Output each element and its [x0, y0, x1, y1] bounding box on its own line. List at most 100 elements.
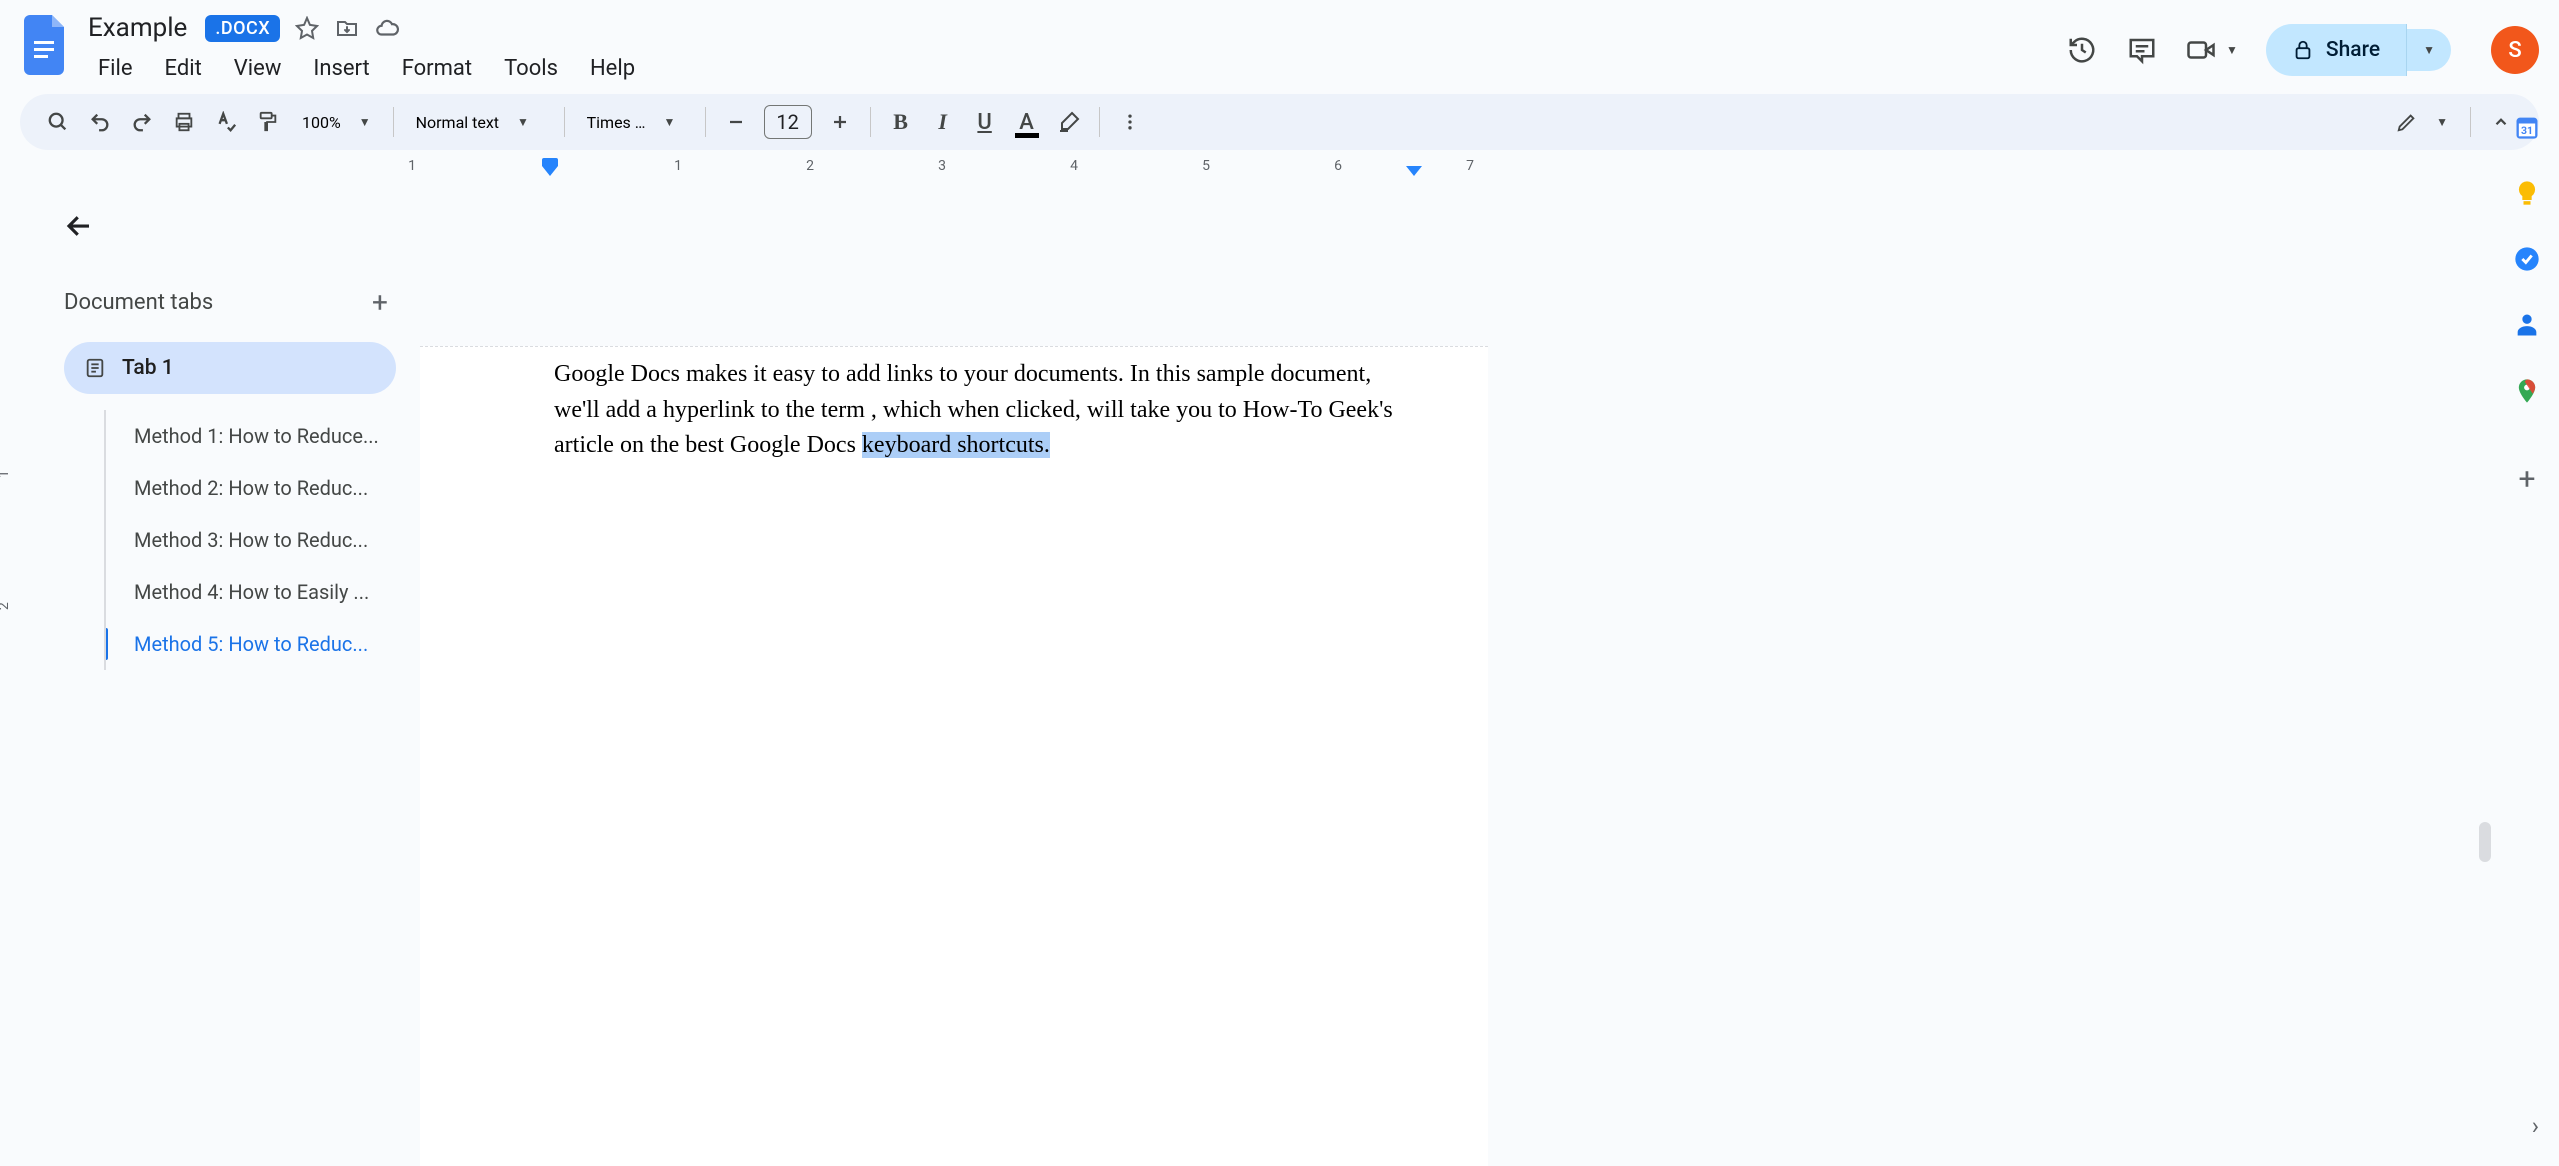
maps-icon[interactable]: [2512, 376, 2542, 406]
move-icon[interactable]: [334, 15, 360, 41]
heading-item[interactable]: Method 4: How to Easily ...: [106, 566, 396, 618]
ruler-tick: 7: [1466, 158, 1474, 174]
spellcheck-icon[interactable]: [206, 102, 246, 142]
meet-button[interactable]: ▼: [2186, 35, 2238, 65]
chevron-down-icon: ▼: [2423, 43, 2435, 57]
underline-icon[interactable]: U: [965, 102, 1005, 142]
ruler-tick: 2: [806, 158, 814, 174]
share-dropdown[interactable]: ▼: [2407, 29, 2451, 71]
print-icon[interactable]: [164, 102, 204, 142]
docs-logo[interactable]: [20, 10, 72, 80]
paint-format-icon[interactable]: [248, 102, 288, 142]
share-button[interactable]: Share: [2266, 24, 2407, 76]
ruler-tick: 2: [0, 602, 12, 610]
heading-item[interactable]: Method 2: How to Reduc...: [106, 462, 396, 514]
vertical-ruler[interactable]: 1 2: [0, 182, 24, 1166]
keep-icon[interactable]: [2512, 178, 2542, 208]
separator: [870, 107, 871, 137]
separator: [705, 107, 706, 137]
docx-badge: .DOCX: [205, 15, 280, 42]
add-tab-icon[interactable]: +: [364, 286, 396, 318]
doc-title[interactable]: Example: [84, 11, 191, 45]
title-area: Example .DOCX File Edit View Insert Form…: [84, 10, 2066, 85]
first-line-indent-marker[interactable]: [542, 158, 558, 166]
selected-text[interactable]: keyboard shortcuts.: [862, 432, 1050, 458]
ruler-tick: 1: [674, 158, 682, 174]
header-right: ▼ Share ▼ S: [2066, 24, 2539, 76]
menu-file[interactable]: File: [84, 52, 147, 85]
more-icon[interactable]: [1110, 102, 1150, 142]
menu-tools[interactable]: Tools: [490, 52, 572, 85]
ruler-tick: 6: [1334, 158, 1342, 174]
undo-icon[interactable]: [80, 102, 120, 142]
ruler-tick: 1: [0, 470, 12, 478]
document-icon: [84, 357, 106, 379]
font-size-input[interactable]: 12: [764, 105, 812, 139]
comment-icon[interactable]: [2126, 34, 2158, 66]
chevron-down-icon: ▼: [2226, 43, 2238, 57]
svg-text:31: 31: [2521, 124, 2533, 137]
font-select[interactable]: Times …▼: [575, 107, 695, 138]
paragraph[interactable]: Google Docs makes it easy to add links t…: [554, 357, 1418, 464]
horizontal-ruler[interactable]: 1 1 2 3 4 5 6 7: [420, 158, 2559, 182]
share-group: Share ▼: [2266, 24, 2451, 76]
menu-format[interactable]: Format: [388, 52, 486, 85]
separator: [1099, 107, 1100, 137]
share-label: Share: [2326, 38, 2380, 62]
calendar-icon[interactable]: 31: [2512, 112, 2542, 142]
bold-icon[interactable]: B: [881, 102, 921, 142]
ruler-tick: 4: [1070, 158, 1078, 174]
menu-insert[interactable]: Insert: [299, 52, 383, 85]
italic-icon[interactable]: I: [923, 102, 963, 142]
back-arrow-icon[interactable]: [64, 206, 104, 246]
heading-item[interactable]: Method 5: How to Reduc...: [106, 618, 396, 670]
page[interactable]: Google Docs makes it easy to add links t…: [420, 346, 1488, 1166]
avatar[interactable]: S: [2491, 26, 2539, 74]
left-indent-marker[interactable]: [542, 166, 558, 176]
history-icon[interactable]: [2066, 34, 2098, 66]
contacts-icon[interactable]: [2512, 310, 2542, 340]
tab-label: Tab 1: [122, 356, 174, 380]
chevron-down-icon: ▼: [2436, 115, 2448, 129]
heading-item[interactable]: Method 1: How to Reduce...: [106, 410, 396, 462]
add-on-plus-icon[interactable]: +: [2518, 462, 2535, 497]
ruler-tick: 1: [408, 158, 416, 174]
menu-bar: File Edit View Insert Format Tools Help: [84, 52, 2066, 85]
menu-view[interactable]: View: [220, 52, 296, 85]
ruler-tick: 5: [1202, 158, 1210, 174]
search-icon[interactable]: [38, 102, 78, 142]
toolbar: 100%▼ Normal text▼ Times …▼ 12 B I U A ▼: [20, 94, 2539, 150]
increase-font-icon[interactable]: [820, 102, 860, 142]
chevron-down-icon: ▼: [663, 115, 675, 129]
separator: [2470, 107, 2471, 137]
chevron-down-icon: ▼: [517, 115, 529, 129]
star-icon[interactable]: [294, 15, 320, 41]
highlight-icon[interactable]: [1049, 102, 1089, 142]
main: 1 2 Document tabs + Tab 1 Method 1: How …: [0, 182, 2559, 1166]
menu-edit[interactable]: Edit: [151, 52, 216, 85]
outline-title: Document tabs: [64, 290, 213, 315]
chevron-down-icon: ▼: [359, 115, 371, 129]
separator: [564, 107, 565, 137]
zoom-select[interactable]: 100%▼: [290, 107, 383, 138]
separator: [393, 107, 394, 137]
cloud-icon[interactable]: [374, 15, 400, 41]
ruler-tick: 3: [938, 158, 946, 174]
tasks-icon[interactable]: [2512, 244, 2542, 274]
right-indent-marker[interactable]: [1406, 166, 1422, 176]
editing-mode-select[interactable]: ▼: [2384, 105, 2460, 139]
paragraph-style-select[interactable]: Normal text▼: [404, 107, 554, 138]
document-canvas[interactable]: Google Docs makes it easy to add links t…: [420, 182, 2559, 1166]
redo-icon[interactable]: [122, 102, 162, 142]
right-side-panel: 31 +: [2495, 92, 2559, 497]
decrease-font-icon[interactable]: [716, 102, 756, 142]
heading-item[interactable]: Method 3: How to Reduc...: [106, 514, 396, 566]
tab-item[interactable]: Tab 1: [64, 342, 396, 394]
scrollbar-thumb[interactable]: [2479, 822, 2491, 862]
hide-panel-icon[interactable]: ›: [2532, 1112, 2539, 1140]
outline-sidebar: Document tabs + Tab 1 Method 1: How to R…: [24, 182, 420, 1166]
menu-help[interactable]: Help: [576, 52, 649, 85]
heading-list: Method 1: How to Reduce... Method 2: How…: [104, 410, 396, 670]
text-color-icon[interactable]: A: [1007, 102, 1047, 142]
header: Example .DOCX File Edit View Insert Form…: [0, 0, 2559, 86]
